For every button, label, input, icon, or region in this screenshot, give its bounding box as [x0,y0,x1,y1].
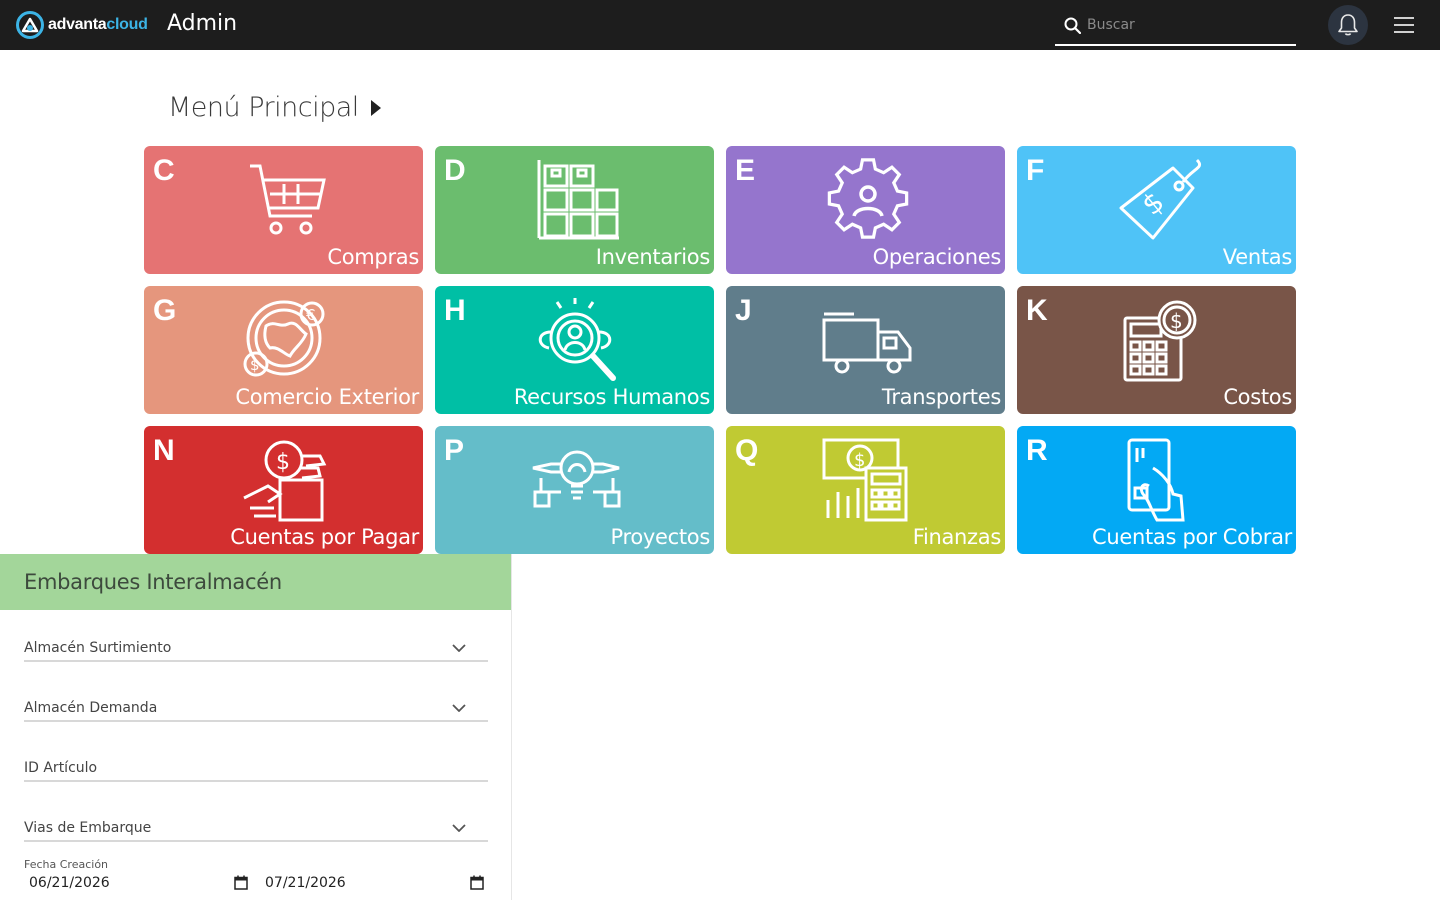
tile-letter: F [1026,154,1045,187]
search-input[interactable] [1087,17,1287,33]
field-label: Almacén Surtimiento [24,640,172,656]
svg-text:$: $ [1136,185,1171,222]
tile-cuentas-por-cobrar[interactable]: R Cuentas por Cobrar [1017,426,1296,554]
svg-text:$: $ [854,450,865,471]
almacen-demanda-select[interactable]: Almacén Demanda [24,694,488,722]
tile-compras[interactable]: C Compras [144,146,423,274]
tile-letter: G [153,294,177,327]
lightbulb-icon [532,450,621,508]
chevron-down-icon [452,644,466,652]
tile-label: Operaciones [872,245,1002,269]
price-tag-icon: $ [1119,158,1202,240]
tile-letter: K [1026,294,1048,327]
cart-icon [250,164,326,235]
tile-letter: P [444,434,465,467]
tile-inventarios[interactable]: D Inventarios [435,146,714,274]
calendar-icon[interactable] [470,875,484,890]
cloud-logo-icon [16,11,44,39]
search-icon [1064,17,1081,34]
field-label: Almacén Demanda [24,700,158,716]
tile-letter: E [735,154,756,187]
brand-logo[interactable]: advantacloud [16,11,148,39]
tile-letter: Q [735,434,759,467]
tile-label: Ventas [1222,245,1293,269]
tile-transportes[interactable]: J Transportes [726,286,1005,414]
tile-label: Cuentas por Cobrar [1092,525,1292,549]
tile-label: Proyectos [610,525,710,549]
tile-comercio-exterior[interactable]: G € $ Comercio Exterior [144,286,423,414]
tile-label: Compras [327,245,419,269]
tile-ventas[interactable]: F $ Ventas [1017,146,1296,274]
field-label: ID Artículo [24,760,98,776]
tile-operaciones[interactable]: E Operaciones [726,146,1005,274]
finance-calculator-icon: $ [822,438,908,522]
svg-text:$: $ [1170,309,1183,333]
tile-label: Inventarios [595,245,711,269]
tile-letter: J [735,294,752,327]
gear-person-icon [827,158,909,239]
date-value: 07/21/2026 [265,875,346,891]
tile-label: Transportes [881,385,1001,409]
calendar-icon[interactable] [234,875,248,890]
notifications-button[interactable] [1328,5,1368,45]
brand-name: advantacloud [48,16,148,33]
caret-right-icon [370,99,381,116]
tile-costos[interactable]: K $ Costos [1017,286,1296,414]
hand-coin-icon: $ [243,440,327,522]
search-bar[interactable] [1055,6,1296,46]
tile-label: Finanzas [912,525,1002,549]
globe-currency-icon: € $ [243,300,325,377]
chevron-down-icon [452,704,466,712]
calculator-coin-icon: $ [1123,300,1197,382]
chevron-down-icon [452,824,466,832]
vias-embarque-select[interactable]: Vias de Embarque [24,814,488,842]
fecha-hasta-input[interactable]: 07/21/2026 [260,874,484,896]
panel-title: Embarques Interalmacén [0,554,511,610]
tile-letter: N [153,434,175,467]
tile-finanzas[interactable]: Q $ Finanzas [726,426,1005,554]
field-label: Vias de Embarque [24,820,152,836]
interwarehouse-shipments-panel: Embarques Interalmacén Almacén Surtimien… [0,554,512,900]
id-articulo-input[interactable]: ID Artículo [24,754,488,782]
tile-proyectos[interactable]: P Proyectos [435,426,714,554]
svg-text:€: € [306,306,316,324]
hand-card-icon [1127,438,1185,522]
fecha-desde-input[interactable]: 06/21/2026 [24,874,248,896]
main-menu-title-text: Menú Principal [168,92,359,123]
tile-recursos-humanos[interactable]: H Recursos Humanos [435,286,714,414]
tile-letter: R [1026,434,1048,467]
svg-text:$: $ [250,356,260,374]
main-menu-title[interactable]: Menú Principal [168,92,381,123]
tile-letter: D [444,154,466,187]
app-title: Admin [167,11,238,36]
tile-label: Comercio Exterior [235,385,419,409]
bell-icon [1338,14,1358,36]
tile-cuentas-por-pagar[interactable]: N $ Cuentas por Pagar [144,426,423,554]
fecha-creacion-label: Fecha Creación [24,858,109,871]
date-value: 06/21/2026 [29,875,110,891]
tile-label: Cuentas por Pagar [230,525,419,549]
svg-text:$: $ [276,450,290,475]
hamburger-icon[interactable] [1394,17,1414,38]
tile-letter: H [444,294,466,327]
boxes-icon [537,160,619,240]
tile-label: Costos [1223,385,1292,409]
truck-icon [822,312,912,374]
tile-label: Recursos Humanos [513,385,710,409]
top-bar: advantacloud Admin [0,0,1440,50]
tile-letter: C [153,154,175,187]
person-search-icon [538,298,616,381]
almacen-surtimiento-select[interactable]: Almacén Surtimiento [24,634,488,662]
